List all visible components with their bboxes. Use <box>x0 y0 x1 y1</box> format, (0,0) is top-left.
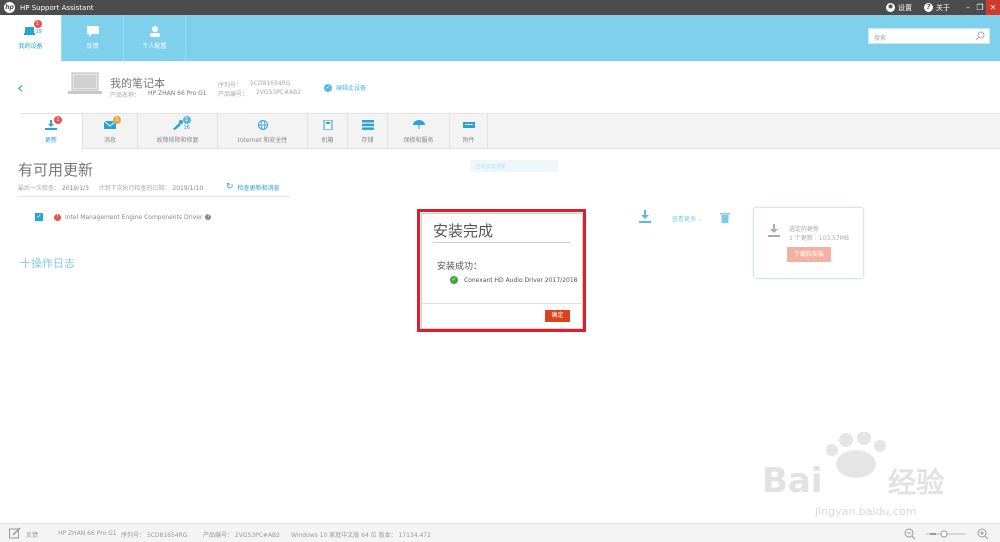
feedback-icon[interactable] <box>9 527 21 539</box>
zoom-control[interactable] <box>904 528 994 540</box>
devices-icon: 1 19 <box>23 20 42 37</box>
last-check-info: 最后一次检查： 2019/1/3 计划下次执行检查的日期： 2019/1/10 <box>18 185 204 192</box>
update-checkbox[interactable]: ✓ <box>35 213 43 221</box>
user-icon <box>148 26 162 37</box>
window-titlebar: hp HP Support Assistant ✹ 设置 ? 关于 – ❐ ✕ <box>0 0 1000 15</box>
globe-icon <box>257 119 269 130</box>
product-value: 2VG53PC#AB2 <box>256 89 302 96</box>
auto-install-button[interactable]: 自动安装更新 <box>470 160 558 172</box>
download-icon: 1 <box>45 116 62 130</box>
status-bar: 反馈 HP ZHAN 66 Pro G1 序列号： 5CD81654RG 产品编… <box>0 523 1000 542</box>
category-tabs: 1 更新 1 消息 1 16 故障排除和修复 Internet 和安全性 机箱 <box>20 113 1000 150</box>
close-button[interactable]: ✕ <box>986 0 1000 15</box>
umbrella-icon <box>412 119 425 130</box>
chat-icon <box>86 26 100 37</box>
tab-storage[interactable]: 存储 <box>348 114 388 149</box>
selected-label: 选定的更新 <box>789 226 820 233</box>
status-serial: 序列号： 5CD81654RG <box>121 532 188 539</box>
refresh-icon: ↻ <box>226 182 234 192</box>
model-value: HP ZHAN 66 Pro G1 <box>148 90 207 97</box>
gear-icon: ✹ <box>886 3 895 12</box>
nav-my-devices[interactable]: 1 19 我的设备 <box>0 15 62 61</box>
search-input[interactable]: 搜索 <box>868 28 990 44</box>
update-row: ✓ ! Intel Management Engine Components D… <box>35 213 212 221</box>
nav-label: 个人配置 <box>142 43 167 50</box>
model-label: 产品名称： <box>110 92 141 99</box>
storage-icon <box>361 119 374 130</box>
updates-title: 有可用更新 <box>18 161 94 179</box>
feedback-label[interactable]: 反馈 <box>26 530 38 539</box>
help-icon[interactable]: ? <box>205 214 212 220</box>
watermark-url: jingyan.baidu.com <box>815 505 917 518</box>
alert-icon: ! <box>54 213 61 221</box>
main-navbar: 1 19 我的设备 反馈 个人配置 搜索 <box>0 15 1000 61</box>
nav-label: 反馈 <box>86 43 99 50</box>
serial-value: 5CD81654RG <box>250 80 291 87</box>
help-icon: ? <box>924 3 933 12</box>
status-model: HP ZHAN 66 Pro G1 <box>58 530 117 537</box>
download-install-button[interactable]: 下载和安装 <box>787 247 831 262</box>
messages-badge: 1 <box>113 115 121 124</box>
tab-internet-security[interactable]: Internet 和安全性 <box>218 114 308 149</box>
selected-count: 1 个更新 - 103.57MB <box>789 235 849 242</box>
tab-troubleshoot[interactable]: 1 16 故障排除和修复 <box>138 114 218 149</box>
restore-button[interactable]: ❐ <box>974 3 986 12</box>
nav-feedback[interactable]: 反馈 <box>62 15 124 61</box>
device-name: 我的笔记本 <box>110 77 165 90</box>
divider <box>18 196 290 197</box>
tab-chassis[interactable]: 机箱 <box>308 114 348 149</box>
about-link[interactable]: ? 关于 <box>924 3 956 13</box>
serial-label: 序列号： <box>218 82 243 89</box>
svg-text:经验: 经验 <box>888 466 944 499</box>
trash-icon[interactable] <box>720 212 730 223</box>
check-updates-link[interactable]: ↻ 检查更新和消息 <box>226 182 280 192</box>
laptop-icon <box>68 72 102 94</box>
mail-icon: 1 <box>103 115 121 130</box>
update-name: Intel Management Engine Components Drive… <box>65 213 203 221</box>
keyboard-icon <box>462 120 475 130</box>
calculator-icon <box>322 119 334 130</box>
edit-device-link[interactable]: ✓ 编辑此设备 <box>324 83 366 92</box>
svg-text:Bai: Bai <box>762 461 823 501</box>
status-os: Windows 10 家庭中文版 64 位 版本： 17134.472 <box>291 532 431 539</box>
details-link[interactable]: 查看更多 ⌄ <box>672 214 703 223</box>
wrench-icon: 1 16 <box>172 115 191 131</box>
devices-count: 19 <box>35 29 42 35</box>
product-label: 产品编号： <box>218 91 249 98</box>
app-title: HP Support Assistant <box>20 3 94 12</box>
tab-messages[interactable]: 1 消息 <box>83 114 138 149</box>
download-icon <box>768 224 780 237</box>
back-arrow-icon[interactable]: ‹ <box>17 78 23 97</box>
search-icon[interactable] <box>975 31 985 41</box>
annotation-highlight-box <box>417 209 586 332</box>
selected-updates-panel: 选定的更新 1 个更新 - 103.57MB 下载和安装 <box>753 207 864 279</box>
updates-badge: 1 <box>54 116 62 124</box>
status-product: 产品编号： 2VG53PC#AB2 <box>203 532 280 539</box>
hp-logo-icon: hp <box>4 2 15 13</box>
tab-warranty[interactable]: 保修和服务 <box>388 114 450 149</box>
minimize-button[interactable]: – <box>962 3 974 12</box>
troubleshoot-count: 16 <box>183 124 190 131</box>
tab-updates[interactable]: 1 更新 <box>20 114 83 150</box>
nav-profile[interactable]: 个人配置 <box>124 15 186 61</box>
troubleshoot-badge: 1 <box>182 115 191 124</box>
nav-label: 我的设备 <box>18 43 43 50</box>
download-icon[interactable] <box>638 210 652 224</box>
check-icon: ✓ <box>324 83 332 92</box>
operation-log-link[interactable]: 十操作日志 <box>20 255 75 271</box>
devices-badge: 1 <box>33 20 42 28</box>
settings-link[interactable]: ✹ 设置 <box>886 3 918 13</box>
tab-accessories[interactable]: 附件 <box>450 114 488 149</box>
device-header: ‹ 我的笔记本 产品名称： HP ZHAN 66 Pro G1 序列号： 5CD… <box>0 61 1000 113</box>
